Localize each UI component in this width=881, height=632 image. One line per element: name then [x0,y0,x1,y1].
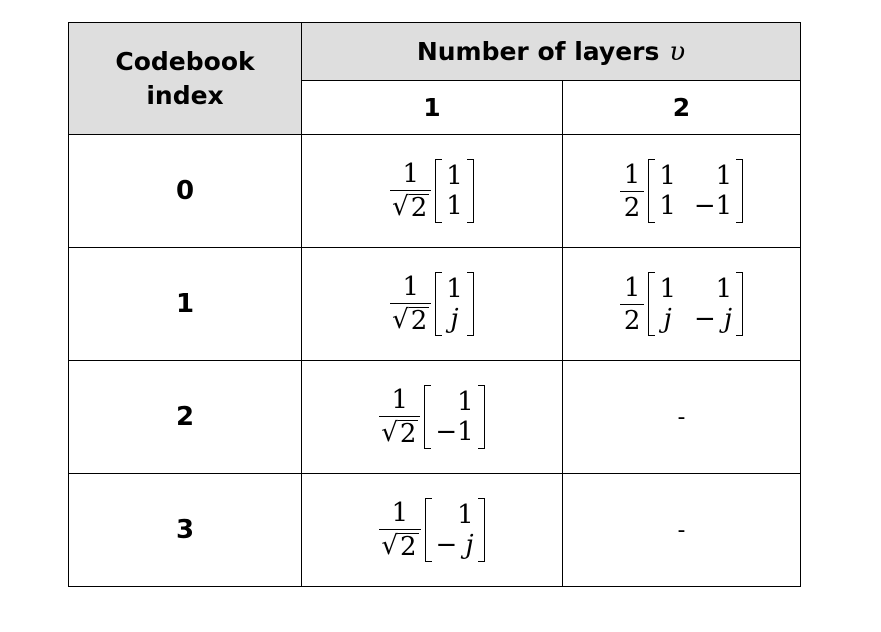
matrix-entry: 1 [446,191,463,221]
cell-two-layers: 12 1 j 1− j [562,247,801,361]
header-codebook-index: Codebook index [68,22,302,135]
table-row: 3 1 √ 2 1− j - [68,473,801,587]
header-index-line2: index [146,80,224,110]
table-row: 0 1 √ 2 11 12 1 1 1 −1 [68,134,801,248]
cell-two-layers-empty: - [562,473,801,587]
matrix-entry: j [663,304,672,334]
row-index: 2 [68,360,302,474]
cell-two-layers-empty: - [562,360,801,474]
fraction-numerator: 1 [623,272,641,303]
precoder-matrix: 12 1 1 1 −1 [619,159,744,223]
fraction-denominator: 2 [619,190,645,221]
cell-one-layer: 1 √ 2 1j [301,247,563,361]
matrix-entry: 1 [446,274,463,304]
precoder-matrix: 1 √ 2 1− j [379,498,485,562]
sqrt-symbol: √ [392,192,409,222]
cell-one-layer: 1 √ 2 11 [301,134,563,248]
fraction-numerator: 1 [623,159,641,190]
header-layers-label: Number of layers [416,36,660,66]
matrix-entry: 1 [659,274,676,304]
matrix-entry: 1 [715,161,733,191]
header-index-line1: Codebook [115,46,255,76]
row-index: 1 [68,247,302,361]
matrix-entry: − j [693,304,733,334]
row-index: 0 [68,134,302,248]
precoder-matrix: 1 √ 2 1 −1 [379,385,485,449]
sqrt-symbol: √ [381,531,398,561]
precoder-matrix: 12 1 j 1− j [619,272,744,336]
row-index: 3 [68,473,302,587]
header-layer-1: 1 [301,80,563,135]
matrix-entry: − j [435,530,474,560]
matrix-entry: 1 [457,500,474,530]
header-layer-2: 2 [562,80,801,135]
cell-one-layer: 1 √ 2 1 −1 [301,360,563,474]
fraction-numerator: 1 [391,498,409,528]
matrix-entry: 1 [659,191,676,221]
fraction-denominator: 2 [408,193,430,223]
table-row: 2 1 √ 2 1 −1 - [68,360,801,474]
header-number-of-layers: Number of layers υ [301,22,801,81]
matrix-entry: j [450,304,459,334]
matrix-entry: 1 [715,274,733,304]
matrix-entry: −1 [693,191,733,221]
matrix-entry: 1 [659,161,676,191]
precoder-matrix: 1 √ 2 11 [390,159,474,223]
cell-one-layer: 1 √ 2 1− j [301,473,563,587]
fraction-denominator: 2 [397,532,419,562]
precoder-matrix: 1 √ 2 1j [390,272,474,336]
sqrt-symbol: √ [392,305,409,335]
matrix-entry: 1 [446,161,463,191]
matrix-entry: 1 [457,387,474,417]
cell-two-layers: 12 1 1 1 −1 [562,134,801,248]
matrix-entry: −1 [435,417,474,447]
fraction-denominator: 2 [619,303,645,334]
fraction-denominator: 2 [408,306,430,336]
fraction-numerator: 1 [402,159,419,189]
fraction-numerator: 1 [391,385,409,415]
fraction-numerator: 1 [402,272,419,302]
sqrt-symbol: √ [381,418,398,448]
codebook-table: Codebook index Number of layers υ 1 2 0 1… [68,22,801,587]
fraction-denominator: 2 [397,419,419,449]
table-row: 1 1 √ 2 1j 12 1 j 1− j [68,247,801,361]
header-layers-symbol: υ [669,36,686,67]
